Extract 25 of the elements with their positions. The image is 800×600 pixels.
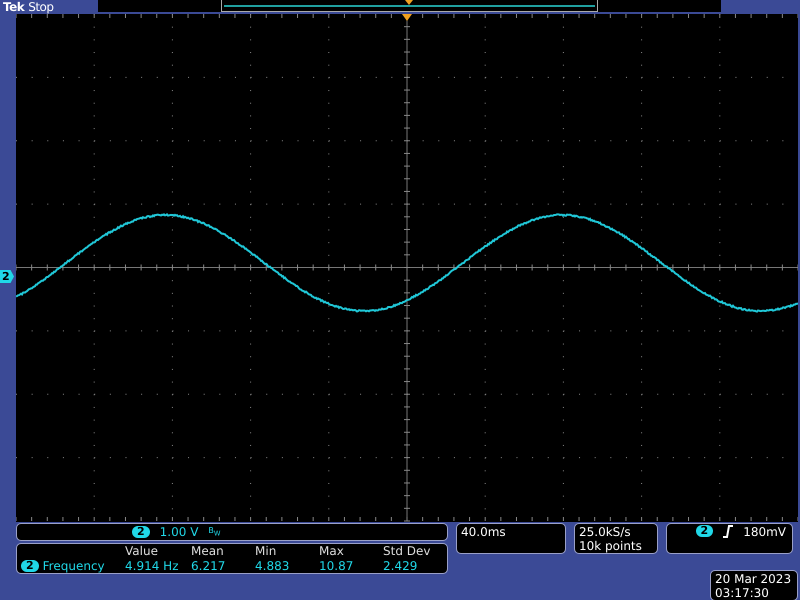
vertical-scale: 1.00 V: [160, 525, 198, 539]
time-label: 03:17:30: [715, 586, 770, 600]
measurement-value: 2.429: [383, 558, 418, 573]
date-label: 20 Mar 2023: [715, 572, 792, 586]
column-header: Value: [125, 544, 159, 558]
column-header: Max: [319, 544, 345, 558]
horizontal-scale: 40.0ms: [461, 525, 506, 539]
measurement-value: 10.87: [319, 558, 354, 573]
channel-marker: 2: [0, 270, 14, 283]
column-header: Std Dev: [383, 544, 432, 558]
measurement-name: Frequency: [42, 558, 105, 573]
sample-rate: 25.0kS/s: [579, 525, 632, 539]
channel-badge: 2: [21, 560, 39, 572]
channel-badge: 2: [696, 525, 714, 537]
channel-badge: 2: [132, 526, 150, 538]
brand-label: Tek: [3, 0, 24, 14]
measurement-value: 6.217: [191, 558, 226, 573]
column-header: Mean: [191, 544, 225, 558]
trigger-level: 180mV: [743, 525, 786, 539]
column-header: Min: [255, 544, 278, 558]
acquisition-state: Stop: [28, 0, 54, 14]
measurement-value: 4.883: [255, 558, 290, 573]
bandwidth-limit-indicator: B$_{W}$: [208, 526, 220, 538]
record-length: 10k points: [579, 539, 643, 553]
measurement-value: 4.914 Hz: [125, 558, 180, 573]
